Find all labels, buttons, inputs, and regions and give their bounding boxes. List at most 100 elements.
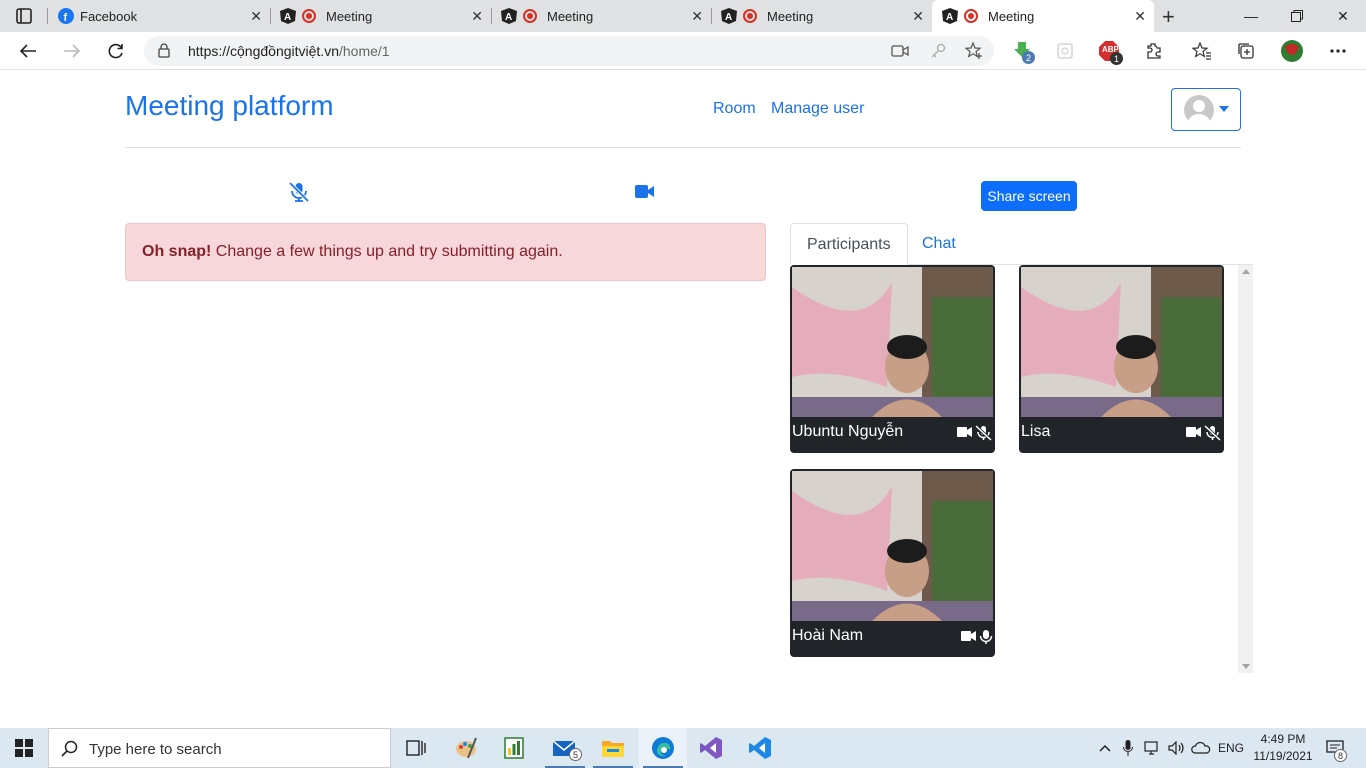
windows-taskbar: Type here to search 5 ENG 4:49 PM 11/19/… xyxy=(0,728,1366,768)
paint-app-icon[interactable] xyxy=(442,728,490,768)
add-favorite-icon[interactable] xyxy=(962,39,986,63)
recording-icon xyxy=(302,9,316,23)
mail-badge: 5 xyxy=(569,748,582,761)
adblock-badge: 1 xyxy=(1110,52,1123,65)
url-text: https://cộngđồngitviệt.vn/home/1 xyxy=(188,43,390,59)
tab-participants[interactable]: Participants xyxy=(790,223,908,265)
file-explorer-icon[interactable] xyxy=(589,728,637,768)
error-alert: Oh snap! Change a few things up and try … xyxy=(125,223,766,281)
edge-browser-icon[interactable] xyxy=(639,728,687,768)
language-indicator[interactable]: ENG xyxy=(1214,728,1248,768)
recording-icon xyxy=(743,9,757,23)
close-tab-icon[interactable]: ✕ xyxy=(471,8,483,25)
notifications-icon[interactable]: 8 xyxy=(1320,728,1350,768)
chevron-down-icon xyxy=(1219,106,1229,112)
extension-grid-icon[interactable] xyxy=(1053,39,1077,63)
new-tab-icon[interactable]: + xyxy=(1162,4,1175,30)
volume-icon[interactable] xyxy=(1166,728,1188,768)
participant-card[interactable]: Lisa xyxy=(1019,265,1224,453)
participant-video xyxy=(792,471,993,621)
participant-name: Ubuntu Nguyễn xyxy=(792,423,904,440)
browser-tab-meeting-2[interactable]: A Meeting ✕ xyxy=(491,0,711,32)
camera-permission-icon[interactable] xyxy=(888,39,912,63)
microphone-icon[interactable] xyxy=(1118,728,1138,768)
angular-icon: A xyxy=(501,8,517,24)
visual-studio-icon[interactable] xyxy=(687,728,735,768)
participant-video xyxy=(792,267,993,417)
share-screen-button[interactable]: Share screen xyxy=(981,181,1077,211)
nav-manage-user-link[interactable]: Manage user xyxy=(771,100,864,118)
address-bar[interactable]: https://cộngđồngitviệt.vn/home/1 xyxy=(144,36,994,66)
clock-time: 4:49 PM xyxy=(1260,732,1306,746)
close-window-icon[interactable]: ✕ xyxy=(1320,0,1366,32)
mic-on-icon xyxy=(979,629,993,650)
mail-app-icon[interactable]: 5 xyxy=(541,728,589,768)
user-menu-button[interactable] xyxy=(1171,88,1241,131)
key-icon[interactable] xyxy=(926,39,950,63)
extensions-icon[interactable] xyxy=(1142,39,1166,63)
nav-room-link[interactable]: Room xyxy=(713,100,756,118)
extension-download-icon[interactable]: 2 xyxy=(1010,39,1035,64)
back-icon[interactable] xyxy=(14,38,42,64)
header-divider xyxy=(125,147,1241,148)
search-icon xyxy=(61,740,79,763)
tab-title: Facebook xyxy=(80,8,138,24)
participant-card[interactable]: Ubuntu Nguyễn xyxy=(790,265,995,453)
taskbar-search-input[interactable]: Type here to search xyxy=(48,728,391,768)
restore-icon[interactable] xyxy=(1274,0,1320,32)
extension-badge: 2 xyxy=(1022,51,1035,64)
camera-icon[interactable] xyxy=(635,184,657,204)
tab-chat[interactable]: Chat xyxy=(906,223,972,265)
minimize-icon[interactable]: — xyxy=(1228,0,1274,32)
alert-strong: Oh snap! xyxy=(142,243,212,260)
participants-scrollbar[interactable] xyxy=(1238,265,1253,673)
video-on-icon xyxy=(957,425,973,446)
tab-actions-icon[interactable] xyxy=(10,6,38,26)
tab-title: Meeting xyxy=(547,8,594,24)
browser-tab-meeting-1[interactable]: A Meeting ✕ xyxy=(270,0,491,32)
mic-muted-icon xyxy=(974,424,993,446)
clock-date: 11/19/2021 xyxy=(1253,749,1313,763)
chart-app-icon[interactable] xyxy=(490,728,538,768)
mic-muted-icon[interactable] xyxy=(288,181,310,203)
scroll-down-icon[interactable] xyxy=(1242,664,1250,669)
participant-video xyxy=(1021,267,1222,417)
favorites-icon[interactable] xyxy=(1190,39,1214,63)
sidebar-tabs: Participants Chat xyxy=(790,223,1253,265)
brand-title[interactable]: Meeting platform xyxy=(125,90,334,122)
scroll-up-icon[interactable] xyxy=(1242,269,1250,274)
more-options-icon[interactable] xyxy=(1326,39,1350,63)
close-tab-icon[interactable]: ✕ xyxy=(250,8,262,25)
tab-title: Meeting xyxy=(326,8,373,24)
browser-tab-facebook[interactable]: f Facebook ✕ xyxy=(48,0,270,32)
profile-avatar-icon[interactable] xyxy=(1280,39,1304,63)
close-tab-icon[interactable]: ✕ xyxy=(912,8,924,25)
collections-icon[interactable] xyxy=(1234,39,1258,63)
participant-card[interactable]: Hoài Nam xyxy=(790,469,995,657)
facebook-icon: f xyxy=(58,8,74,24)
task-view-icon[interactable] xyxy=(392,728,440,768)
refresh-icon[interactable] xyxy=(102,38,130,64)
svg-text:A: A xyxy=(505,12,512,23)
notifications-badge: 8 xyxy=(1334,749,1347,762)
close-tab-icon[interactable]: ✕ xyxy=(691,8,703,25)
lock-icon[interactable] xyxy=(158,43,170,63)
vscode-icon[interactable] xyxy=(736,728,784,768)
onedrive-cloud-icon[interactable] xyxy=(1190,728,1212,768)
system-clock[interactable]: 4:49 PM 11/19/2021 xyxy=(1248,731,1318,765)
adblock-icon[interactable]: ABP 1 xyxy=(1097,39,1123,65)
svg-text:A: A xyxy=(284,12,291,23)
forward-icon[interactable] xyxy=(58,38,86,64)
tab-title: Meeting xyxy=(767,8,814,24)
browser-tab-meeting-active[interactable]: A Meeting ✕ xyxy=(932,0,1154,32)
video-on-icon xyxy=(961,629,977,650)
network-icon[interactable] xyxy=(1142,728,1164,768)
close-tab-icon[interactable]: ✕ xyxy=(1134,8,1146,25)
browser-tab-meeting-3[interactable]: A Meeting ✕ xyxy=(711,0,932,32)
chevron-up-icon[interactable] xyxy=(1094,728,1116,768)
url-path: /home/1 xyxy=(339,43,390,59)
video-on-icon xyxy=(1186,425,1202,446)
tab-title: Meeting xyxy=(988,8,1035,24)
browser-tab-strip: f Facebook ✕ A Meeting ✕ A Meeting ✕ A M… xyxy=(0,0,1366,32)
windows-start-icon[interactable] xyxy=(0,728,48,768)
